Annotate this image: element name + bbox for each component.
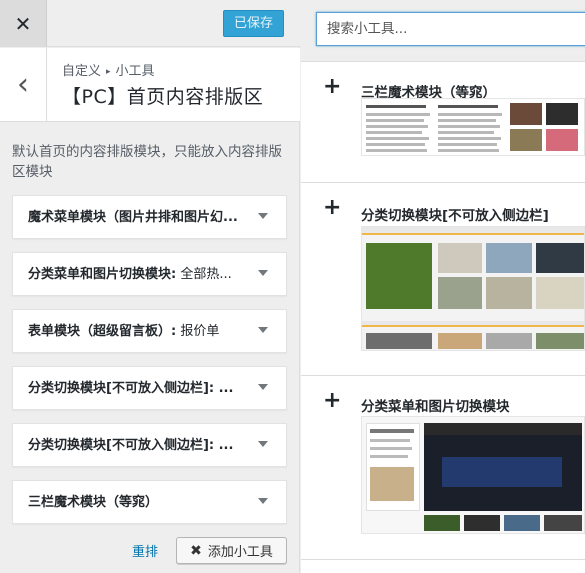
add-widget-button[interactable]: ✖ 添加小工具 xyxy=(176,537,287,564)
available-widget-title: 分类切换模块[不可放入侧边栏] xyxy=(361,208,549,224)
reorder-link[interactable]: 重排 xyxy=(132,541,158,560)
caret-down-icon[interactable] xyxy=(258,498,268,504)
widget-item[interactable]: 魔术菜单模块（图片井排和图片幻... xyxy=(12,195,287,239)
section-title: 【PC】首页内容排版区 xyxy=(62,86,264,108)
widget-item[interactable]: 分类切换模块[不可放入侧边栏]: ... xyxy=(12,423,287,467)
widget-title: 分类切换模块[不可放入侧边栏]: ... xyxy=(28,381,234,396)
widget-title: 分类切换模块[不可放入侧边栏]: ... xyxy=(28,438,234,453)
available-widgets-panel: + 三栏魔术模块（等窕） xyxy=(301,0,585,573)
widget-title: 魔术菜单模块（图片井排和图片幻... xyxy=(28,210,238,225)
customizer-header: ✕ 已保存 xyxy=(0,0,300,47)
widget-subtitle: 全部热... xyxy=(176,267,232,282)
widget-search-input[interactable] xyxy=(316,12,585,46)
widget-title: 表单模块（超级留言板）: xyxy=(28,324,177,339)
customizer-sidebar: ✕ 已保存 ‹ 自定义 ▸ 小工具 【PC】首页内容排版区 默认首页的内容排版模块，… xyxy=(0,0,300,573)
add-widget-label: 添加小工具 xyxy=(207,545,273,560)
available-widget-title: 分类菜单和图片切换模块 xyxy=(361,399,510,415)
plus-icon: + xyxy=(323,74,342,99)
widget-item[interactable]: 三栏魔术模块（等窕） xyxy=(12,480,287,524)
widget-item[interactable]: 分类菜单和图片切换模块: 全部热... xyxy=(12,252,287,296)
plus-icon: + xyxy=(323,195,342,220)
breadcrumb: 自定义 ▸ 小工具 xyxy=(62,60,155,79)
breadcrumb-current: 小工具 xyxy=(115,64,155,79)
close-icon: ✕ xyxy=(14,11,32,36)
widget-preview-thumbnail xyxy=(361,416,585,534)
section-description: 默认首页的内容排版模块，只能放入内容排版区模块 xyxy=(12,144,282,180)
section-header: ‹ 自定义 ▸ 小工具 【PC】首页内容排版区 xyxy=(0,48,300,122)
close-button[interactable]: ✕ xyxy=(0,0,47,47)
add-x-icon: ✖ xyxy=(190,542,202,559)
widget-search-bar xyxy=(301,0,585,62)
back-button[interactable]: ‹ xyxy=(0,48,47,122)
breadcrumb-parent: 自定义 xyxy=(62,64,102,79)
breadcrumb-separator-icon: ▸ xyxy=(106,67,111,77)
widget-preview-thumbnail xyxy=(361,98,585,156)
caret-down-icon[interactable] xyxy=(258,384,268,390)
widget-preview-thumbnail xyxy=(361,226,585,351)
widget-item[interactable]: 表单模块（超级留言板）: 报价单 xyxy=(12,309,287,353)
widget-subtitle: 报价单 xyxy=(176,324,220,339)
widget-title: 三栏魔术模块（等窕） xyxy=(28,495,159,510)
widget-item[interactable]: 分类切换模块[不可放入侧边栏]: ... xyxy=(12,366,287,410)
caret-down-icon[interactable] xyxy=(258,213,268,219)
plus-icon: + xyxy=(323,388,342,413)
chevron-left-icon: ‹ xyxy=(17,67,29,102)
save-button[interactable]: 已保存 xyxy=(223,10,284,37)
caret-down-icon[interactable] xyxy=(258,441,268,447)
caret-down-icon[interactable] xyxy=(258,270,268,276)
caret-down-icon[interactable] xyxy=(258,327,268,333)
widget-title: 分类菜单和图片切换模块: xyxy=(28,267,177,282)
